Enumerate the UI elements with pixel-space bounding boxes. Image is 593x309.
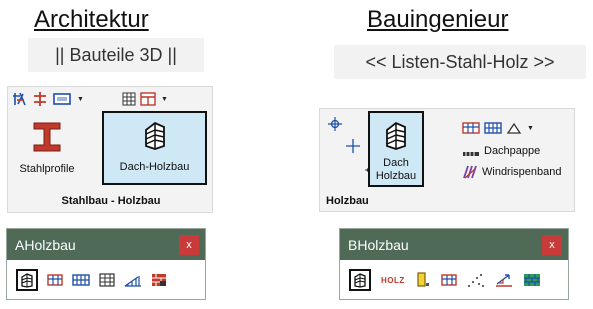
column-grid-icon[interactable] — [32, 91, 48, 107]
window-frame-icon[interactable] — [462, 121, 480, 135]
ribbon-toolbar-row: ▼ — [462, 119, 534, 137]
palette-toolbar — [7, 260, 205, 300]
timber-roof-icon — [384, 120, 408, 150]
ribbon-group-label: Stahlbau - Holzbau — [61, 195, 161, 207]
beam-connector-icon[interactable] — [12, 91, 28, 107]
tab-bauteile-3d[interactable]: || Bauteile 3D || — [28, 38, 204, 72]
roof-triangle-icon[interactable] — [506, 121, 522, 135]
purlin-grid-icon[interactable] — [441, 273, 457, 287]
close-button[interactable]: x — [179, 235, 199, 255]
aholzbau-palette: AHolzbau x — [6, 228, 206, 300]
chevron-down-icon[interactable]: ▼ — [161, 96, 168, 103]
crosshair-icon[interactable] — [328, 117, 342, 131]
bauingenieur-heading: Bauingenieur — [367, 6, 509, 33]
dotted-line-icon[interactable] — [467, 273, 485, 287]
dach-holzbau-label: Dach-Holzbau — [119, 161, 190, 173]
palette-titlebar[interactable]: AHolzbau x — [7, 229, 205, 260]
palette-titlebar[interactable]: BHolzbau x — [340, 229, 568, 260]
dach-holzbau-button[interactable]: Dach-Holzbau — [102, 111, 207, 185]
ribbon-toolbar-row: ▼ ▼ — [12, 90, 168, 108]
wall-element-icon[interactable] — [151, 273, 167, 287]
rafter-grid-icon[interactable] — [484, 121, 502, 135]
rafter-grid-icon[interactable] — [72, 273, 90, 287]
ribbon-group-label: Holzbau — [326, 195, 369, 207]
palette-title: AHolzbau — [15, 236, 76, 253]
dachpappe-button[interactable]: Dachpappe — [462, 142, 540, 160]
steel-i-beam-icon — [32, 121, 62, 153]
architektur-heading: Architektur — [34, 6, 149, 33]
dachpappe-label: Dachpappe — [484, 144, 541, 157]
chevron-down-icon[interactable]: ▼ — [527, 125, 534, 132]
chevron-down-icon[interactable]: ▼ — [77, 96, 84, 103]
purlin-grid-icon[interactable] — [47, 273, 63, 287]
stahlprofile-button[interactable]: Stahlprofile — [10, 117, 84, 183]
dach-holzbau-label-line1: Dach — [383, 157, 409, 169]
tab-listen-stahl-holz[interactable]: << Listen-Stahl-Holz >> — [334, 45, 586, 79]
ribbon-holzbau: Dach Holzbau ▼ Dachpappe Windrispenband … — [319, 108, 575, 212]
ribbon-stahlbau-holzbau: ▼ ▼ Stahlprofile Dach-Holzbau Stahlbau -… — [7, 86, 213, 213]
table-grid-icon[interactable] — [99, 273, 115, 287]
table-grid-icon[interactable] — [122, 92, 136, 106]
timber-roof-icon[interactable] — [349, 269, 371, 291]
timber-roof-icon — [143, 120, 167, 150]
windrispenband-label: Windrispenband — [482, 165, 562, 178]
truss-icon[interactable] — [124, 273, 142, 287]
dach-holzbau-button[interactable]: Dach Holzbau — [368, 111, 424, 187]
stair-arrow-icon[interactable] — [495, 272, 513, 288]
wind-brace-icon — [462, 165, 478, 179]
beam-section-icon[interactable] — [415, 272, 431, 288]
holz-text-icon[interactable]: HOLZ — [381, 276, 405, 285]
brick-wall-icon[interactable] — [523, 273, 541, 287]
window-frame-icon[interactable] — [140, 92, 156, 106]
bholzbau-palette: BHolzbau x HOLZ — [339, 228, 569, 300]
windrispenband-button[interactable]: Windrispenband — [462, 163, 562, 181]
rectangle-frame-icon[interactable] — [52, 91, 72, 107]
timber-roof-icon[interactable] — [16, 269, 38, 291]
plus-icon[interactable] — [346, 139, 361, 153]
palette-toolbar: HOLZ — [340, 260, 568, 300]
palette-title: BHolzbau — [348, 236, 409, 253]
stahlprofile-label: Stahlprofile — [19, 163, 75, 175]
close-button[interactable]: x — [542, 235, 562, 255]
roofing-felt-icon — [462, 146, 480, 156]
dach-holzbau-label-line2: Holzbau — [375, 170, 417, 182]
